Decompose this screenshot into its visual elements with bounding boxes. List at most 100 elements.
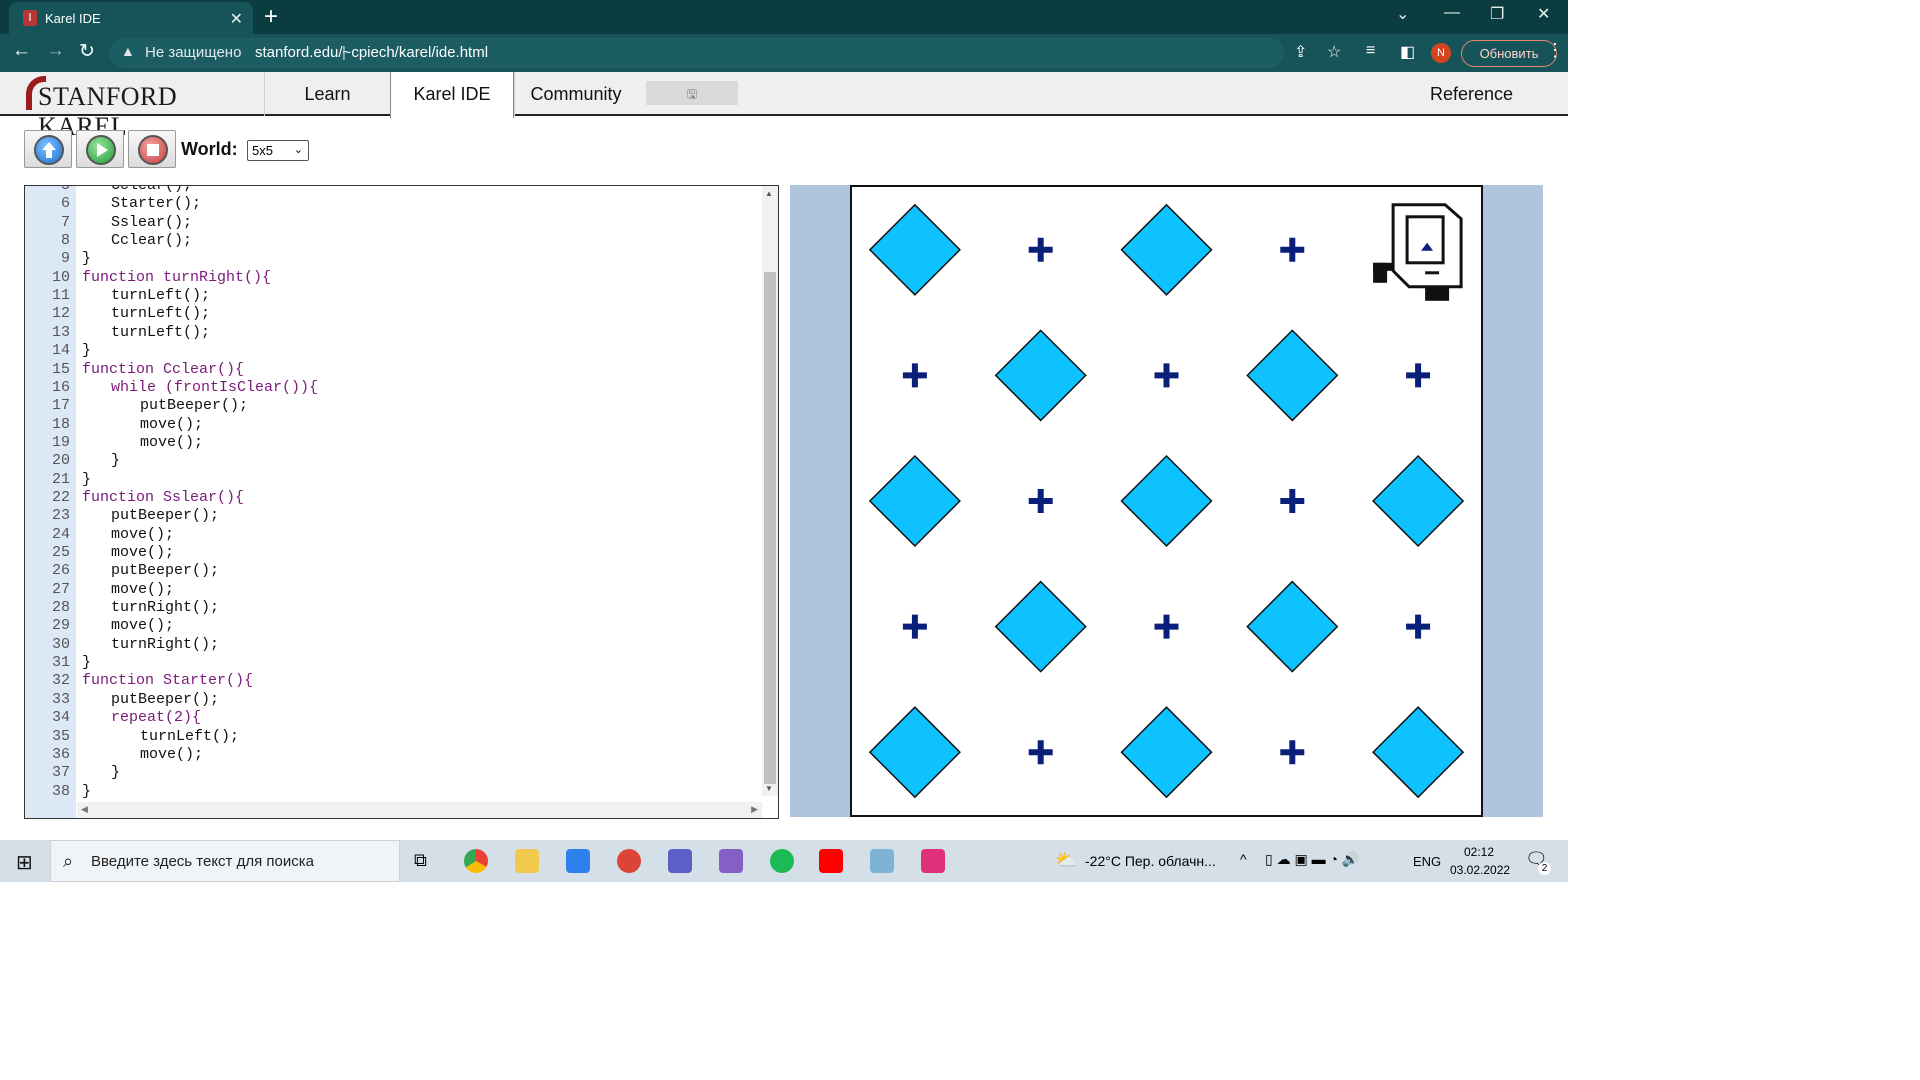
line-number: 13	[51, 323, 70, 341]
side-panel-icon[interactable]: ◧	[1400, 42, 1415, 62]
world-select[interactable]: 5x5 ⌄	[247, 140, 309, 161]
restore-icon[interactable]: ❐	[1490, 4, 1504, 24]
reading-list-icon[interactable]: ≡	[1366, 42, 1375, 60]
menu-dots-icon[interactable]: ⋮	[1546, 40, 1564, 61]
profile-avatar[interactable]: N	[1431, 43, 1451, 63]
stop-button[interactable]	[128, 130, 176, 168]
code-line[interactable]: move();	[111, 526, 174, 543]
tab-karel-ide[interactable]: Karel IDE	[390, 72, 514, 118]
weather-text[interactable]: -22°C Пер. облачн...	[1085, 853, 1216, 869]
code-line[interactable]: turnRight();	[111, 599, 219, 616]
code-line[interactable]: move();	[140, 746, 203, 763]
line-number: 29	[51, 617, 70, 635]
code-line[interactable]: move();	[111, 581, 174, 598]
clock-time[interactable]: 02:12	[1464, 845, 1494, 859]
language-indicator[interactable]: ENG	[1413, 854, 1441, 869]
mail-icon[interactable]	[566, 849, 590, 873]
code-line[interactable]: move();	[111, 544, 174, 561]
code-line[interactable]: }	[82, 783, 91, 800]
tab-title: Karel IDE	[45, 11, 101, 26]
clock-date[interactable]: 03.02.2022	[1450, 863, 1510, 877]
code-line[interactable]: move();	[140, 416, 203, 433]
visual-studio-icon[interactable]	[719, 849, 743, 873]
code-line[interactable]: turnRight();	[111, 636, 219, 653]
tab-search-icon[interactable]: ⌄	[1396, 4, 1409, 24]
close-window-icon[interactable]: ✕	[1537, 4, 1550, 24]
horizontal-scrollbar[interactable]: ◀ ▶	[77, 802, 762, 818]
update-button[interactable]: Обновить	[1461, 40, 1557, 67]
code-line[interactable]: function Cclear(){	[82, 361, 244, 378]
taskbar-search-input[interactable]: ⌕ Введите здесь текст для поиска	[50, 840, 400, 882]
back-icon[interactable]: ←	[12, 40, 31, 62]
reload-icon[interactable]: ↻	[79, 40, 95, 63]
app-icon[interactable]	[870, 849, 894, 873]
share-icon[interactable]: ⇪	[1294, 42, 1307, 62]
code-line[interactable]: putBeeper();	[140, 397, 248, 414]
new-tab-button[interactable]: +	[264, 4, 278, 30]
scroll-up-icon[interactable]: ▲	[765, 189, 773, 198]
tray-chevron-icon[interactable]: ^	[1240, 851, 1247, 867]
code-line[interactable]: Starter();	[111, 195, 201, 212]
karel-robot	[1373, 203, 1463, 301]
code-line[interactable]: move();	[140, 434, 203, 451]
file-explorer-icon[interactable]	[515, 849, 539, 873]
scroll-left-icon[interactable]: ◀	[81, 804, 88, 815]
code-line[interactable]: move();	[111, 617, 174, 634]
scrollbar-thumb[interactable]	[764, 272, 776, 784]
chrome-profile-icon[interactable]	[617, 849, 641, 873]
code-line[interactable]: Cclear();	[111, 186, 192, 194]
code-line[interactable]: putBeeper();	[111, 507, 219, 524]
chrome-icon[interactable]	[464, 849, 488, 873]
intellij-icon[interactable]	[921, 849, 945, 873]
code-line[interactable]: putBeeper();	[111, 691, 219, 708]
scroll-down-icon[interactable]: ▼	[765, 784, 773, 793]
line-number: 28	[51, 599, 70, 617]
code-line[interactable]: turnLeft();	[140, 728, 239, 745]
code-line[interactable]: turnLeft();	[111, 305, 210, 322]
url-input[interactable]: ▲ Не защищено | stanford.edu/~cpiech/kar…	[109, 38, 1284, 68]
code-line[interactable]: while (frontIsClear()){	[111, 379, 318, 396]
code-line[interactable]: function turnRight(){	[82, 269, 271, 286]
run-button[interactable]	[76, 130, 124, 168]
code-line[interactable]: }	[82, 471, 91, 488]
task-view-icon[interactable]: ⧉	[414, 850, 427, 871]
stanford-karel-logo[interactable]: STANFORD KAREL	[26, 76, 262, 141]
reference-link[interactable]: Reference	[1430, 72, 1513, 116]
save-icon[interactable]: 🖫	[646, 81, 738, 105]
tray-icons[interactable]: ▯ ☁ ▣ ▬ ◔ 🔊	[1265, 851, 1359, 868]
line-number: 22	[51, 488, 70, 506]
code-line[interactable]: }	[111, 764, 120, 781]
warning-icon: ▲	[121, 43, 135, 59]
code-line[interactable]: }	[82, 250, 91, 267]
code-line[interactable]: putBeeper();	[111, 562, 219, 579]
vertical-scrollbar[interactable]: ▲ ▼	[762, 186, 778, 796]
code-line[interactable]: Cclear();	[111, 232, 192, 249]
upload-button[interactable]	[24, 130, 72, 168]
minimize-icon[interactable]: —	[1444, 4, 1460, 22]
browser-tab[interactable]: Ⅰ Karel IDE ✕	[9, 2, 253, 34]
code-line[interactable]: function Sslear(){	[82, 489, 244, 506]
code-line[interactable]: }	[111, 452, 120, 469]
code-line[interactable]: repeat(2){	[111, 709, 201, 726]
code-line[interactable]: turnLeft();	[111, 287, 210, 304]
code-line[interactable]: }	[82, 654, 91, 671]
scroll-right-icon[interactable]: ▶	[751, 804, 758, 815]
tab-close-icon[interactable]: ✕	[230, 9, 243, 29]
code-line[interactable]: }	[82, 342, 91, 359]
code-line[interactable]: turnLeft();	[111, 324, 210, 341]
forward-icon[interactable]: →	[46, 40, 65, 62]
bookmark-star-icon[interactable]: ☆	[1327, 42, 1341, 62]
code-editor[interactable]: 5 6 7 8 9 10 11 12 13 14 15 16 17 18 19 20 21 22 23 24 25 26 2…	[24, 185, 779, 819]
line-number: 36	[51, 745, 70, 763]
windows-start-icon[interactable]: ⊞	[16, 850, 33, 875]
spotify-icon[interactable]	[770, 849, 794, 873]
youtube-icon[interactable]	[819, 849, 843, 873]
code-line[interactable]: function Starter(){	[82, 672, 253, 689]
tab-community[interactable]: Community	[514, 72, 637, 116]
teams-icon[interactable]	[668, 849, 692, 873]
tab-learn[interactable]: Learn	[264, 72, 390, 116]
code-line[interactable]: Sslear();	[111, 214, 192, 231]
url-text: stanford.edu/~cpiech/karel/ide.html	[255, 44, 489, 61]
line-number: 8	[60, 232, 70, 250]
beeper	[994, 329, 1087, 422]
